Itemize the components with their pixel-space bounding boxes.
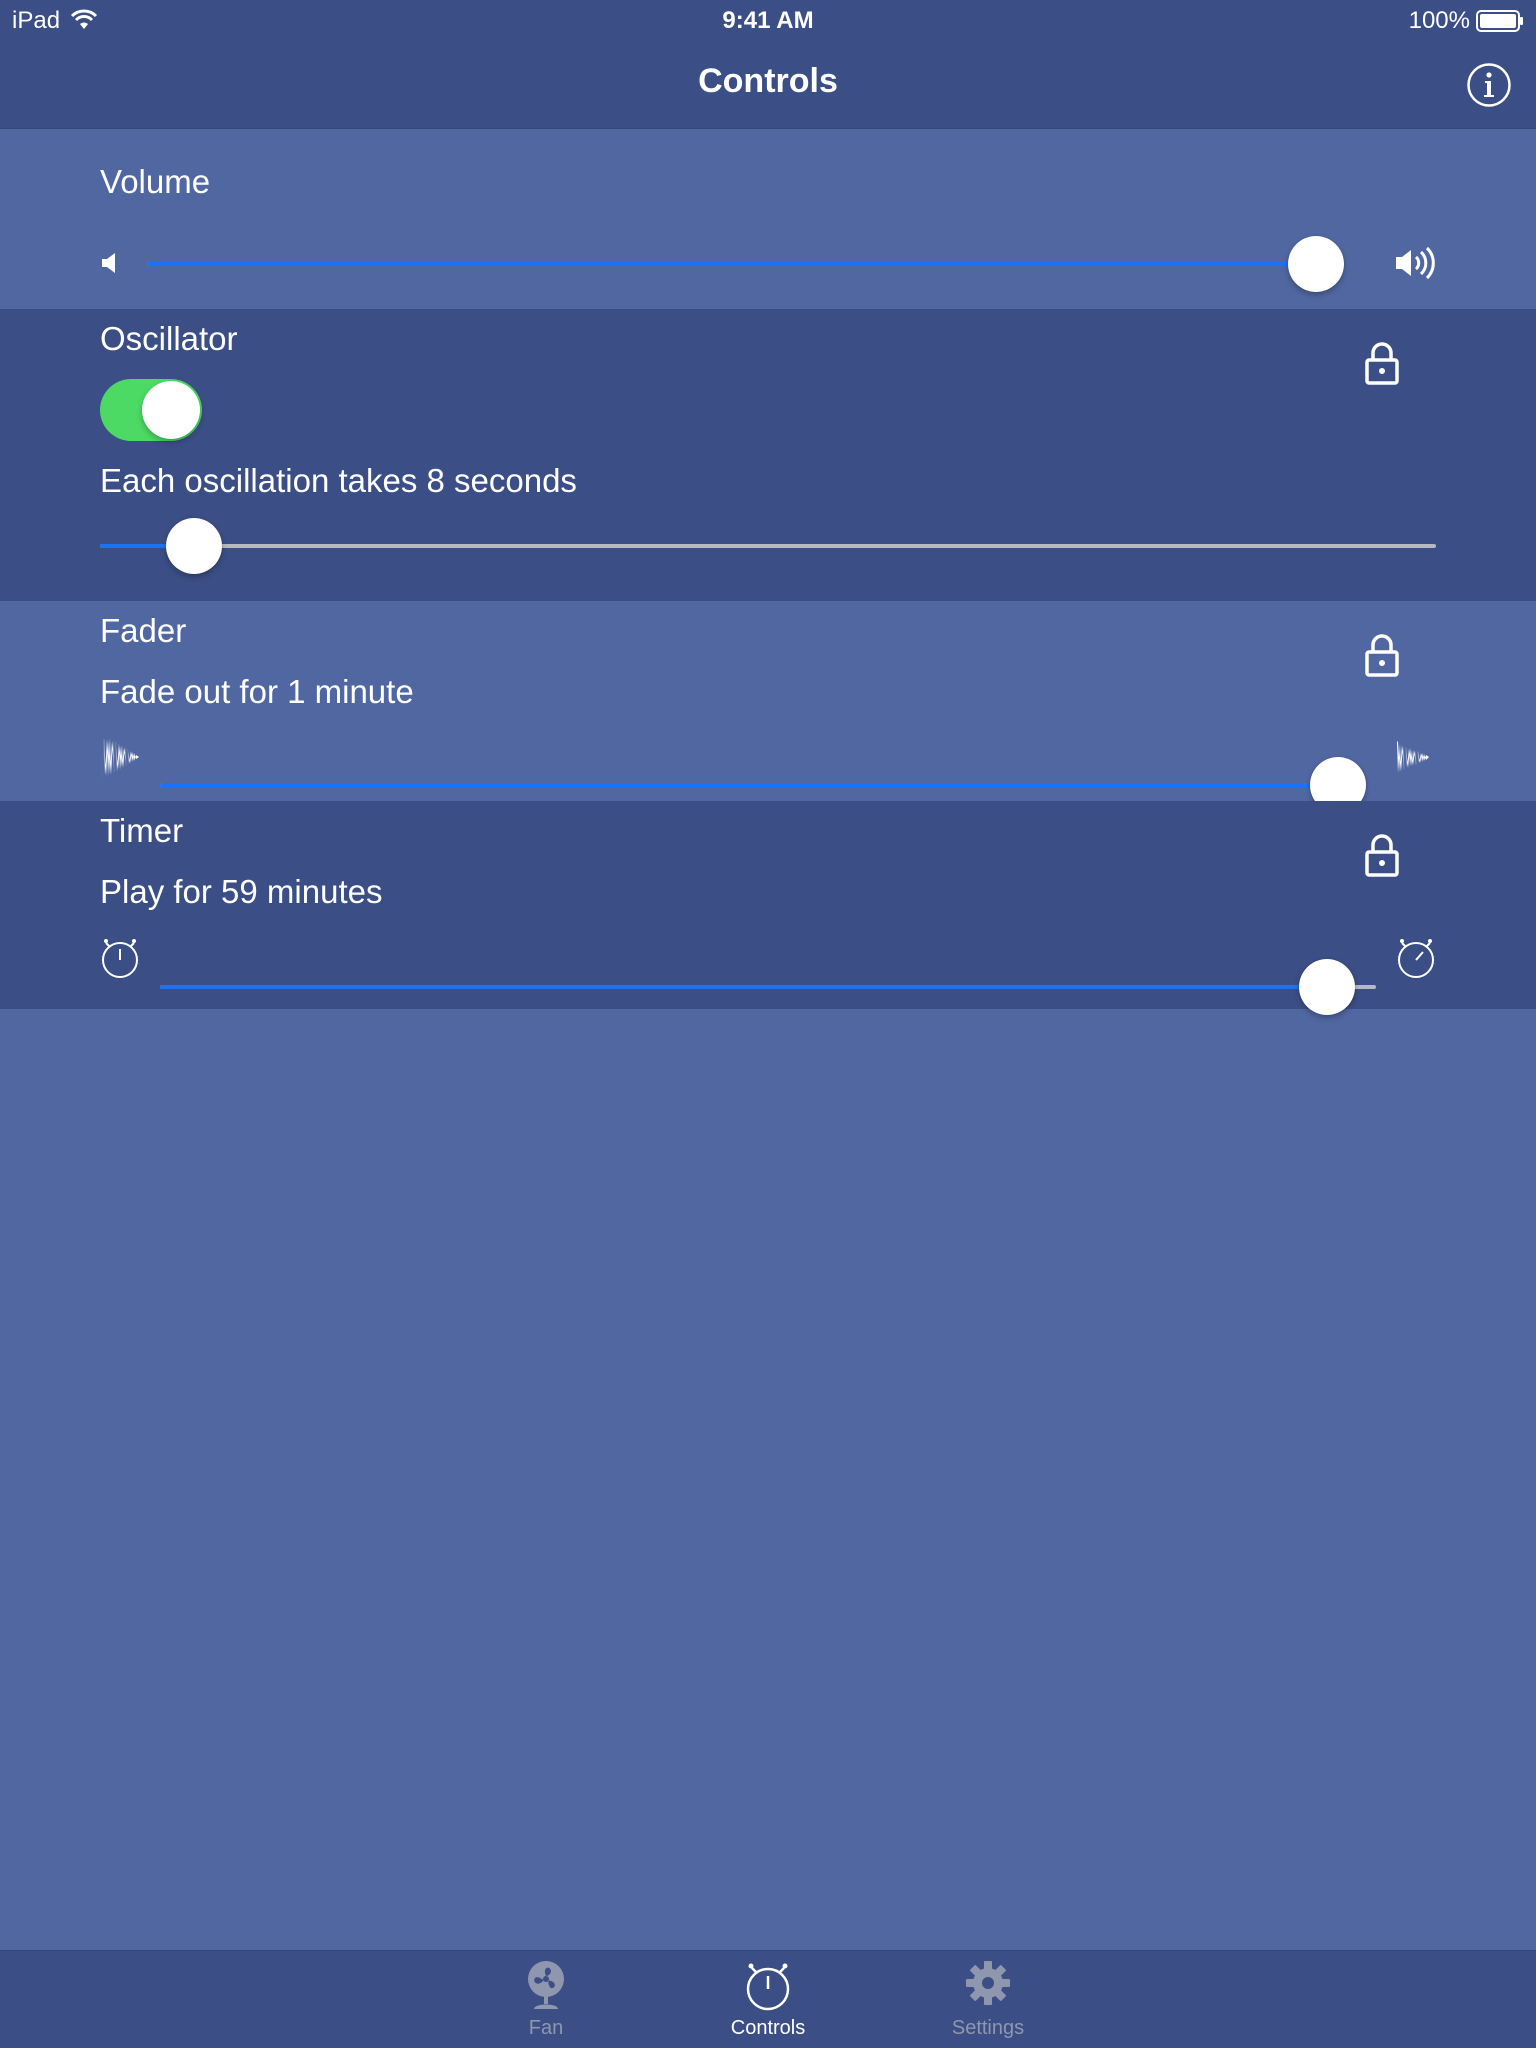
fader-section: Fader Fade out for 1 minute	[0, 601, 1536, 813]
status-time: 9:41 AM	[722, 7, 814, 34]
battery-icon	[1476, 10, 1523, 32]
status-bar: iPad 9:41 AM 100%	[0, 0, 1536, 40]
volume-title: Volume	[100, 163, 211, 200]
tab-controls-label: Controls	[730, 2017, 806, 2039]
oscillation-speed-slider[interactable]	[100, 516, 1436, 576]
oscillator-toggle-knob	[142, 381, 200, 439]
timer-lock-icon[interactable]	[1364, 833, 1400, 877]
volume-mute-icon	[102, 253, 115, 273]
oscillation-speed-slider-thumb[interactable]	[165, 518, 222, 574]
volume-section: Volume	[0, 129, 1536, 309]
fade-out-waveform-icon	[1397, 741, 1435, 773]
tab-bar: Fan Controls Settings	[0, 1950, 1536, 2048]
oscillator-lock-icon[interactable]	[1364, 341, 1400, 385]
battery-percentage: 100%	[1408, 7, 1470, 34]
oscillator-title: Oscillator	[100, 320, 238, 357]
info-icon[interactable]	[1466, 62, 1512, 108]
volume-slider[interactable]	[148, 234, 1345, 294]
gear-icon	[966, 1961, 1010, 2005]
fader-lock-icon[interactable]	[1364, 633, 1400, 677]
timer-slider[interactable]	[160, 957, 1376, 1017]
timer-title: Timer	[100, 812, 184, 849]
play-duration-label: Play for 59 minutes	[100, 873, 383, 910]
timer-slider-thumb[interactable]	[1299, 959, 1356, 1015]
stopwatch-end-icon	[1398, 939, 1434, 978]
oscillator-section: Oscillator Each oscillation takes 8 seco…	[0, 309, 1536, 601]
fader-title: Fader	[100, 612, 187, 649]
stopwatch-icon	[746, 1963, 790, 2011]
tab-settings-label: Settings	[951, 2017, 1025, 2039]
tab-fan[interactable]: Fan	[466, 1951, 626, 2048]
fade-in-waveform-icon	[101, 737, 139, 778]
tab-controls[interactable]: Controls	[688, 1951, 848, 2048]
volume-slider-thumb[interactable]	[1288, 236, 1345, 292]
oscillator-toggle[interactable]	[100, 379, 202, 441]
oscillation-duration-label: Each oscillation takes 8 seconds	[100, 462, 577, 499]
tab-fan-label: Fan	[528, 2017, 564, 2039]
fade-duration-label: Fade out for 1 minute	[100, 673, 414, 710]
volume-max-icon	[1396, 246, 1435, 280]
stopwatch-start-icon	[102, 939, 138, 978]
tab-settings[interactable]: Settings	[908, 1951, 1068, 2048]
timer-section: Timer Play for 59 minutes	[0, 801, 1536, 1015]
page-title: Controls	[698, 62, 838, 100]
fan-icon	[528, 1961, 564, 2009]
navigation-bar: Controls	[0, 40, 1536, 129]
